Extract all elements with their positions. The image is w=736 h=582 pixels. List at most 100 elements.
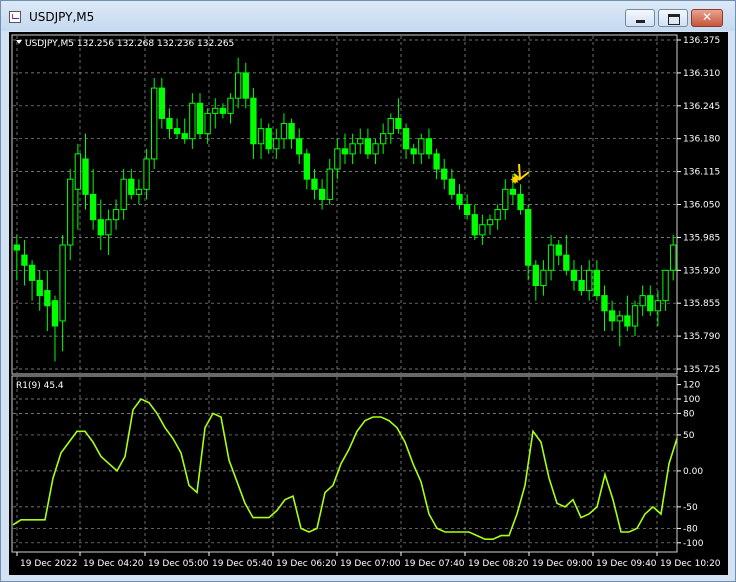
time-label: 19 Dec 05:00 <box>148 559 209 569</box>
window-title: USDJPY,M5 <box>29 10 95 24</box>
candle-body <box>189 102 196 140</box>
candle-body <box>143 158 150 190</box>
candle <box>189 93 196 149</box>
candle-body <box>242 72 249 99</box>
candle <box>341 133 349 165</box>
chart-canvas[interactable]: USDJPY,M5 132.256 132.268 132.236 132.26… <box>9 32 728 575</box>
candle <box>173 118 181 139</box>
time-label: 19 Dec 06:20 <box>276 559 337 569</box>
candle <box>608 300 616 332</box>
minimize-button[interactable] <box>625 9 655 27</box>
candle-body <box>379 133 387 145</box>
candle <box>395 98 402 134</box>
candle-body <box>296 138 303 155</box>
candle <box>441 158 448 190</box>
candle-body <box>166 117 173 130</box>
candle-body <box>120 178 127 211</box>
candle-body <box>547 244 555 271</box>
candle-body <box>280 123 288 140</box>
candle <box>59 234 66 352</box>
candle-body <box>128 178 135 195</box>
candle <box>89 169 97 230</box>
candle-body <box>89 193 97 221</box>
candle-body <box>456 193 463 205</box>
indicator-scale-label: -50 <box>683 503 698 513</box>
candle <box>402 123 410 159</box>
candle <box>418 133 425 165</box>
candle-body <box>227 97 234 114</box>
candle <box>212 98 219 129</box>
close-button[interactable] <box>691 9 723 27</box>
price-label: 135.855 <box>683 299 720 309</box>
candle <box>242 62 249 109</box>
candle-body <box>608 310 616 322</box>
candle <box>479 214 486 245</box>
candle <box>273 128 280 159</box>
candle <box>120 169 127 220</box>
candle <box>257 118 265 159</box>
candle-body <box>418 138 425 155</box>
time-label: 19 Dec 07:00 <box>340 559 401 569</box>
time-label: 19 Dec 10:20 <box>660 559 721 569</box>
candle-body <box>441 168 448 180</box>
indicator-scale-label: -80 <box>683 524 698 534</box>
candle-body <box>563 254 570 271</box>
candle <box>532 260 539 301</box>
indicator-scale-label: 120 <box>683 381 700 391</box>
candle-body <box>509 188 517 195</box>
candle <box>13 234 20 281</box>
candle <box>135 179 143 205</box>
candle-body <box>578 279 585 292</box>
candle <box>647 285 654 316</box>
candle <box>112 199 120 230</box>
candle-body <box>151 87 158 160</box>
price-label: 136.050 <box>683 201 720 211</box>
candle <box>547 234 555 281</box>
maximize-button[interactable] <box>658 9 688 27</box>
candle-body <box>44 290 51 307</box>
candle-body <box>51 300 59 327</box>
candle <box>471 204 478 240</box>
time-label: 19 Dec 05:40 <box>212 559 273 569</box>
candle <box>181 118 188 144</box>
indicator-header: R1(9) 45.4 <box>16 381 64 391</box>
indicator-scale-label: 100 <box>683 395 700 405</box>
candle-body <box>471 214 478 236</box>
candle <box>448 169 456 200</box>
candle-body <box>196 102 204 135</box>
price-label: 136.245 <box>683 102 720 112</box>
price-label: 136.375 <box>683 36 720 46</box>
candle <box>44 270 51 332</box>
candle-body <box>647 295 654 312</box>
arrow-marker: ✸ <box>510 163 530 187</box>
time-label: 19 Dec 08:20 <box>468 559 529 569</box>
candle <box>234 57 242 109</box>
candle-body <box>349 143 356 155</box>
indicator-scale-label: 80 <box>683 409 695 419</box>
candle <box>601 285 608 332</box>
candle-body <box>181 133 188 140</box>
candle <box>486 214 494 235</box>
candle-body <box>288 123 295 140</box>
candle <box>631 300 639 337</box>
price-label: 136.115 <box>683 168 720 178</box>
candle-body <box>395 117 402 130</box>
candle-body <box>250 97 257 145</box>
time-label: 19 Dec 04:20 <box>83 559 144 569</box>
candle-body <box>158 87 165 119</box>
chart-client-area[interactable]: USDJPY,M5 132.256 132.268 132.236 132.26… <box>9 32 728 575</box>
terminal-window: USDJPY,M5 USDJPY,M5 132.256 132.268 132.… <box>0 0 736 582</box>
candle-body <box>219 107 227 114</box>
candle-body <box>311 178 318 190</box>
time-axis: 19 Dec 2022 19 Dec 04:20 19 Dec 05:00 19 De… <box>16 552 721 569</box>
candle-body <box>265 128 272 150</box>
candle <box>311 169 318 200</box>
candle-body <box>372 143 379 155</box>
candle-body <box>601 295 608 312</box>
candle <box>593 260 601 301</box>
candle-body <box>82 158 89 195</box>
down-arrow-icon <box>513 163 530 181</box>
candle <box>364 128 372 159</box>
title-bar[interactable]: USDJPY,M5 <box>1 1 735 31</box>
candle <box>326 158 333 205</box>
